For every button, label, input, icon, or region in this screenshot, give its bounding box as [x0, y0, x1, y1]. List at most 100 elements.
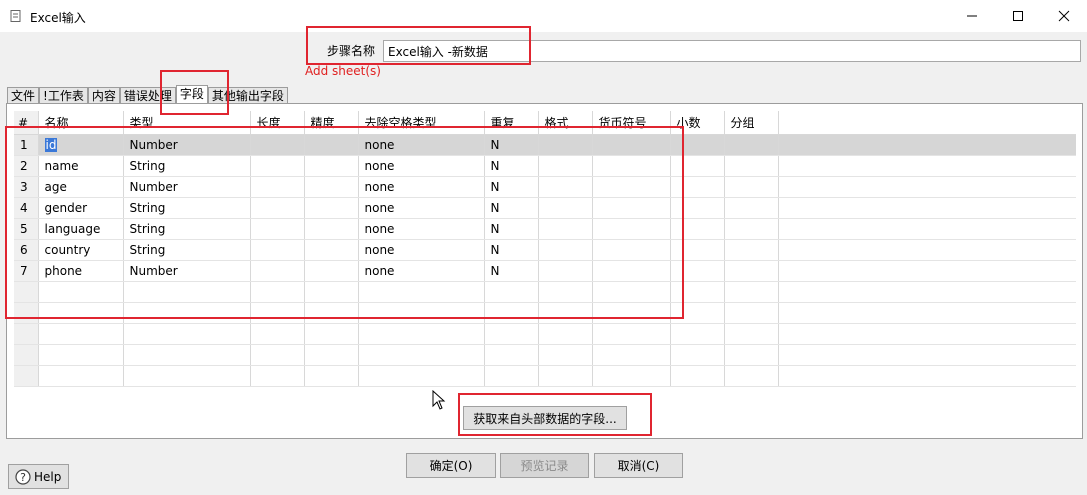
cell-currency[interactable] — [592, 134, 671, 156]
cell-index[interactable]: 3 — [14, 176, 39, 198]
cell-index[interactable] — [14, 281, 39, 303]
cell-index[interactable] — [14, 365, 39, 387]
cell-decimal[interactable] — [670, 344, 725, 366]
cell-precision[interactable] — [304, 302, 359, 324]
cell-decimal[interactable] — [670, 281, 725, 303]
cell-group[interactable] — [724, 365, 779, 387]
tab-other-output-fields[interactable]: 其他输出字段 — [207, 87, 288, 104]
cell-name[interactable] — [38, 344, 124, 366]
cell-trim-type[interactable]: none — [358, 260, 485, 282]
cell-index[interactable] — [14, 302, 39, 324]
table-row[interactable] — [14, 365, 1076, 387]
cell-format[interactable] — [538, 197, 593, 219]
cell-length[interactable] — [250, 344, 305, 366]
table-row[interactable] — [14, 302, 1076, 324]
column-header-type[interactable]: 类型 — [123, 111, 251, 135]
table-row[interactable]: 7 phone Number none N — [14, 260, 1076, 282]
cell-name[interactable]: language — [38, 218, 124, 240]
tab-sheets[interactable]: !工作表 — [39, 87, 88, 104]
cell-format[interactable] — [538, 218, 593, 240]
fields-table[interactable]: # 名称 类型 长度 精度 去除空格类型 重复 格式 货币符号 小数 分组 1i… — [14, 111, 1076, 401]
cell-decimal[interactable] — [670, 218, 725, 240]
cell-decimal[interactable] — [670, 197, 725, 219]
column-header-repeat[interactable]: 重复 — [484, 111, 539, 135]
add-sheet-link[interactable]: Add sheet(s) — [305, 64, 381, 78]
cell-currency[interactable] — [592, 155, 671, 177]
cell-currency[interactable] — [592, 239, 671, 261]
cell-index[interactable]: 4 — [14, 197, 39, 219]
cell-trim-type[interactable] — [358, 281, 485, 303]
cell-index[interactable]: 5 — [14, 218, 39, 240]
cancel-button[interactable]: 取消(C) — [594, 453, 683, 478]
cell-group[interactable] — [724, 323, 779, 345]
cell-name[interactable] — [38, 323, 124, 345]
cell-currency[interactable] — [592, 344, 671, 366]
cell-repeat[interactable] — [484, 365, 539, 387]
cell-type[interactable]: Number — [123, 134, 251, 156]
minimize-button[interactable] — [949, 0, 995, 32]
cell-decimal[interactable] — [670, 239, 725, 261]
cell-precision[interactable] — [304, 155, 359, 177]
cell-format[interactable] — [538, 281, 593, 303]
cell-decimal[interactable] — [670, 365, 725, 387]
cell-trim-type[interactable] — [358, 344, 485, 366]
cell-repeat[interactable] — [484, 281, 539, 303]
cell-trim-type[interactable] — [358, 302, 485, 324]
column-header-name[interactable]: 名称 — [38, 111, 124, 135]
cell-name[interactable]: id — [38, 134, 124, 156]
cell-repeat[interactable]: N — [484, 218, 539, 240]
cell-length[interactable] — [250, 323, 305, 345]
cell-repeat[interactable]: N — [484, 197, 539, 219]
cell-repeat[interactable] — [484, 344, 539, 366]
cell-precision[interactable] — [304, 239, 359, 261]
cell-currency[interactable] — [592, 365, 671, 387]
cell-precision[interactable] — [304, 281, 359, 303]
cell-repeat[interactable] — [484, 323, 539, 345]
cell-name[interactable] — [38, 365, 124, 387]
cell-group[interactable] — [724, 260, 779, 282]
table-row[interactable] — [14, 281, 1076, 303]
preview-records-button[interactable]: 预览记录 — [500, 453, 589, 478]
cell-precision[interactable] — [304, 344, 359, 366]
cell-type[interactable]: String — [123, 155, 251, 177]
cell-index[interactable]: 7 — [14, 260, 39, 282]
cell-index[interactable]: 6 — [14, 239, 39, 261]
column-header-index[interactable]: # — [14, 111, 39, 135]
cell-index[interactable] — [14, 344, 39, 366]
tab-fields[interactable]: 字段 — [175, 85, 208, 104]
cell-group[interactable] — [724, 344, 779, 366]
cell-format[interactable] — [538, 134, 593, 156]
cell-currency[interactable] — [592, 323, 671, 345]
cell-format[interactable] — [538, 176, 593, 198]
cell-repeat[interactable]: N — [484, 260, 539, 282]
cell-currency[interactable] — [592, 197, 671, 219]
tab-error-handling[interactable]: 错误处理 — [119, 87, 176, 104]
column-header-group[interactable]: 分组 — [724, 111, 779, 135]
cell-type[interactable] — [123, 365, 251, 387]
maximize-button[interactable] — [995, 0, 1041, 32]
cell-group[interactable] — [724, 197, 779, 219]
column-header-length[interactable]: 长度 — [250, 111, 305, 135]
cell-trim-type[interactable]: none — [358, 197, 485, 219]
cell-length[interactable] — [250, 155, 305, 177]
cell-decimal[interactable] — [670, 176, 725, 198]
table-row[interactable]: 3 age Number none N — [14, 176, 1076, 198]
cell-precision[interactable] — [304, 365, 359, 387]
cell-length[interactable] — [250, 302, 305, 324]
cell-trim-type[interactable] — [358, 365, 485, 387]
cell-length[interactable] — [250, 197, 305, 219]
cell-length[interactable] — [250, 281, 305, 303]
cell-format[interactable] — [538, 344, 593, 366]
table-row[interactable]: 1 id Number none N — [14, 134, 1076, 156]
cell-name[interactable]: age — [38, 176, 124, 198]
cell-name[interactable] — [38, 302, 124, 324]
cell-type[interactable] — [123, 281, 251, 303]
column-header-precision[interactable]: 精度 — [304, 111, 359, 135]
cell-type[interactable]: String — [123, 218, 251, 240]
cell-type[interactable]: Number — [123, 176, 251, 198]
cell-precision[interactable] — [304, 197, 359, 219]
cell-trim-type[interactable]: none — [358, 155, 485, 177]
table-row[interactable]: 5 language String none N — [14, 218, 1076, 240]
cell-length[interactable] — [250, 239, 305, 261]
cell-trim-type[interactable]: none — [358, 239, 485, 261]
